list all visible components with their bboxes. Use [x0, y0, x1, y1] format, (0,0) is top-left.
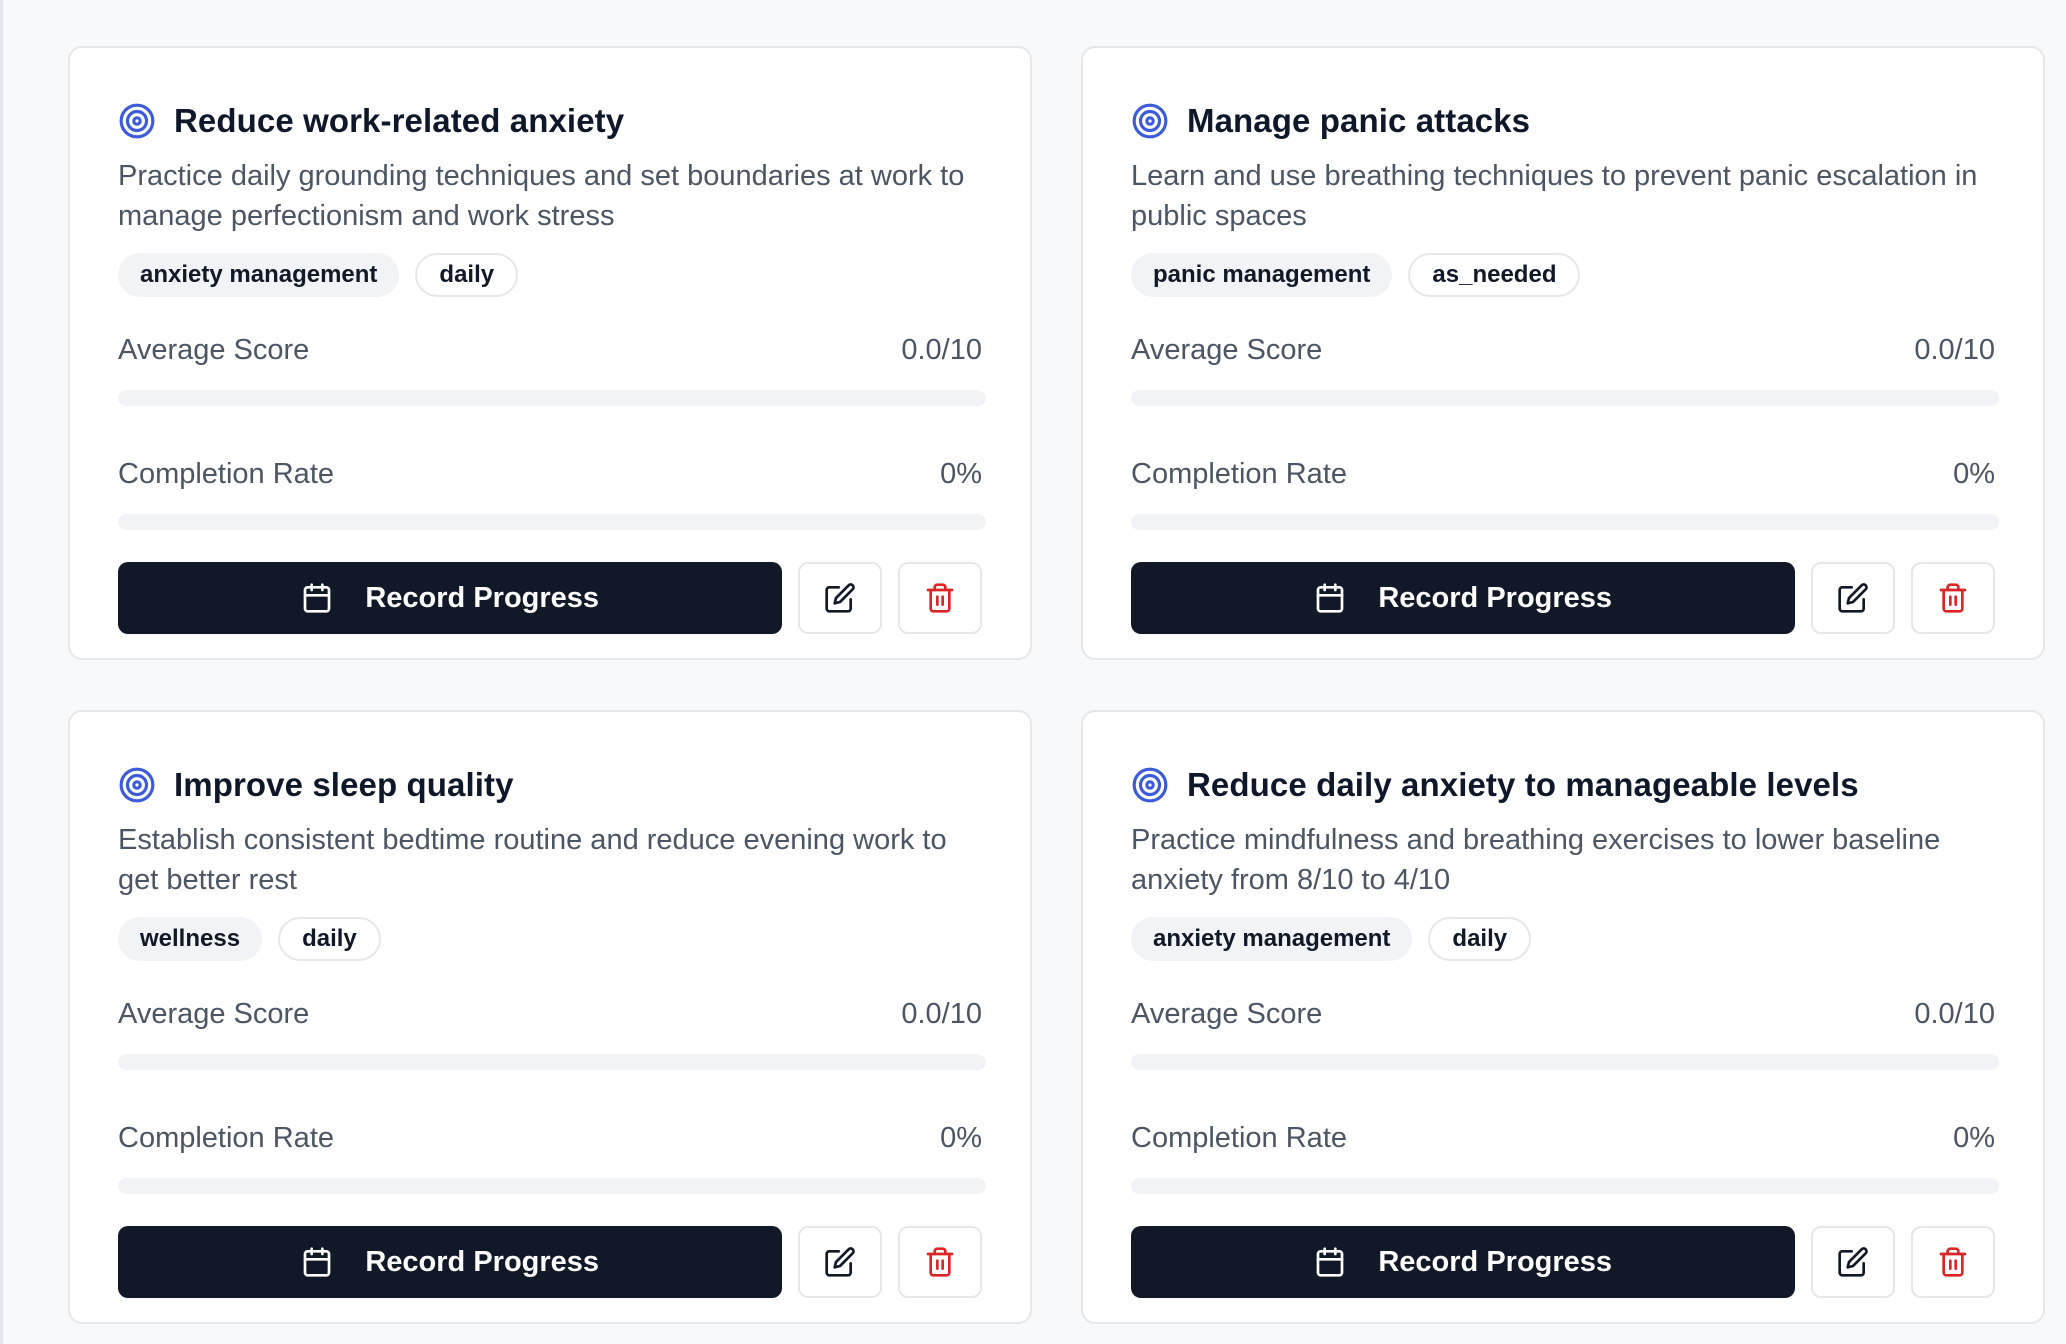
average-score-bar: [1131, 390, 1999, 406]
record-progress-button[interactable]: Record Progress: [118, 562, 783, 634]
trash-icon: [1937, 1246, 1969, 1278]
average-score-value: 0.0/10: [901, 333, 982, 366]
goal-tags: wellness daily: [118, 917, 982, 961]
sidebar-edge: [0, 0, 3, 1344]
average-score-row: Average Score 0.0/10: [118, 330, 982, 370]
average-score-row: Average Score 0.0/10: [118, 994, 982, 1034]
goals-grid: Reduce work-related anxiety Practice dai…: [68, 46, 2045, 1324]
completion-rate-row: Completion Rate 0%: [1131, 454, 1995, 494]
completion-rate-label: Completion Rate: [118, 457, 334, 490]
frequency-badge: as_needed: [1408, 253, 1581, 297]
frequency-badge: daily: [415, 253, 519, 297]
category-badge: wellness: [118, 917, 263, 961]
trash-icon: [1937, 582, 1969, 614]
goal-actions: Record Progress: [1131, 562, 1996, 634]
record-progress-label: Record Progress: [1378, 581, 1613, 614]
goal-actions: Record Progress: [1131, 1226, 1996, 1298]
completion-rate-bar: [118, 1178, 986, 1194]
average-score-row: Average Score 0.0/10: [1131, 994, 1995, 1034]
completion-rate-label: Completion Rate: [118, 1121, 334, 1154]
category-badge: anxiety management: [1131, 917, 1413, 961]
completion-rate-value: 0%: [940, 1121, 982, 1154]
goal-card: Manage panic attacks Learn and use breat…: [1081, 46, 2045, 660]
delete-goal-button[interactable]: [1911, 562, 1996, 634]
target-icon: [118, 102, 156, 140]
delete-goal-button[interactable]: [1911, 1226, 1996, 1298]
completion-rate-label: Completion Rate: [1131, 457, 1347, 490]
completion-rate-bar: [1131, 1178, 1999, 1194]
goal-actions: Record Progress: [118, 562, 983, 634]
record-progress-label: Record Progress: [1378, 1245, 1613, 1278]
goal-card: Reduce work-related anxiety Practice dai…: [68, 46, 1032, 660]
delete-goal-button[interactable]: [898, 1226, 983, 1298]
trash-icon: [924, 582, 956, 614]
average-score-label: Average Score: [1131, 333, 1323, 366]
calendar-icon: [301, 582, 333, 614]
completion-rate-row: Completion Rate 0%: [118, 1118, 982, 1158]
completion-rate-label: Completion Rate: [1131, 1121, 1347, 1154]
category-badge: anxiety management: [118, 253, 400, 297]
frequency-badge: daily: [278, 917, 381, 961]
target-icon: [118, 766, 156, 804]
edit-icon: [824, 1246, 856, 1278]
edit-icon: [824, 582, 856, 614]
category-badge: panic management: [1131, 253, 1393, 297]
delete-goal-button[interactable]: [898, 562, 983, 634]
frequency-badge: daily: [1428, 917, 1532, 961]
average-score-value: 0.0/10: [1914, 333, 1995, 366]
average-score-label: Average Score: [1131, 997, 1323, 1030]
trash-icon: [924, 1246, 956, 1278]
goal-header: Improve sleep quality: [118, 762, 982, 808]
goal-tags: anxiety management daily: [1131, 917, 1995, 961]
goal-title: Reduce daily anxiety to manageable level…: [1187, 766, 1859, 803]
calendar-icon: [1314, 582, 1346, 614]
target-icon: [1131, 102, 1169, 140]
goal-description: Practice daily grounding techniques and …: [118, 160, 965, 232]
completion-rate-value: 0%: [1953, 457, 1995, 490]
record-progress-label: Record Progress: [365, 581, 600, 614]
average-score-bar: [1131, 1054, 1999, 1070]
calendar-icon: [1314, 1246, 1346, 1278]
goal-actions: Record Progress: [118, 1226, 983, 1298]
goal-header: Reduce work-related anxiety: [118, 98, 982, 144]
completion-rate-row: Completion Rate 0%: [118, 454, 982, 494]
record-progress-label: Record Progress: [365, 1245, 600, 1278]
completion-rate-value: 0%: [940, 457, 982, 490]
goal-tags: panic management as_needed: [1131, 253, 1995, 297]
goal-description: Practice mindfulness and breathing exerc…: [1131, 824, 1941, 896]
edit-goal-button[interactable]: [1811, 562, 1896, 634]
goal-title: Reduce work-related anxiety: [174, 102, 625, 139]
edit-icon: [1837, 582, 1869, 614]
goal-card: Reduce daily anxiety to manageable level…: [1081, 710, 2045, 1324]
edit-icon: [1837, 1246, 1869, 1278]
average-score-row: Average Score 0.0/10: [1131, 330, 1995, 370]
average-score-label: Average Score: [118, 997, 310, 1030]
average-score-value: 0.0/10: [1914, 997, 1995, 1030]
record-progress-button[interactable]: Record Progress: [1131, 1226, 1796, 1298]
completion-rate-bar: [1131, 514, 1999, 530]
goal-header: Reduce daily anxiety to manageable level…: [1131, 762, 1995, 808]
goal-title: Manage panic attacks: [1187, 102, 1531, 139]
record-progress-button[interactable]: Record Progress: [1131, 562, 1796, 634]
goal-title: Improve sleep quality: [174, 766, 514, 803]
edit-goal-button[interactable]: [798, 1226, 883, 1298]
goal-description: Learn and use breathing techniques to pr…: [1131, 160, 1978, 232]
goal-description: Establish consistent bedtime routine and…: [118, 824, 947, 896]
edit-goal-button[interactable]: [798, 562, 883, 634]
goal-card: Improve sleep quality Establish consiste…: [68, 710, 1032, 1324]
average-score-bar: [118, 390, 986, 406]
record-progress-button[interactable]: Record Progress: [118, 1226, 783, 1298]
calendar-icon: [301, 1246, 333, 1278]
average-score-bar: [118, 1054, 986, 1070]
completion-rate-row: Completion Rate 0%: [1131, 1118, 1995, 1158]
edit-goal-button[interactable]: [1811, 1226, 1896, 1298]
completion-rate-bar: [118, 514, 986, 530]
completion-rate-value: 0%: [1953, 1121, 1995, 1154]
average-score-value: 0.0/10: [901, 997, 982, 1030]
target-icon: [1131, 766, 1169, 804]
goal-header: Manage panic attacks: [1131, 98, 1995, 144]
goal-tags: anxiety management daily: [118, 253, 982, 297]
average-score-label: Average Score: [118, 333, 310, 366]
